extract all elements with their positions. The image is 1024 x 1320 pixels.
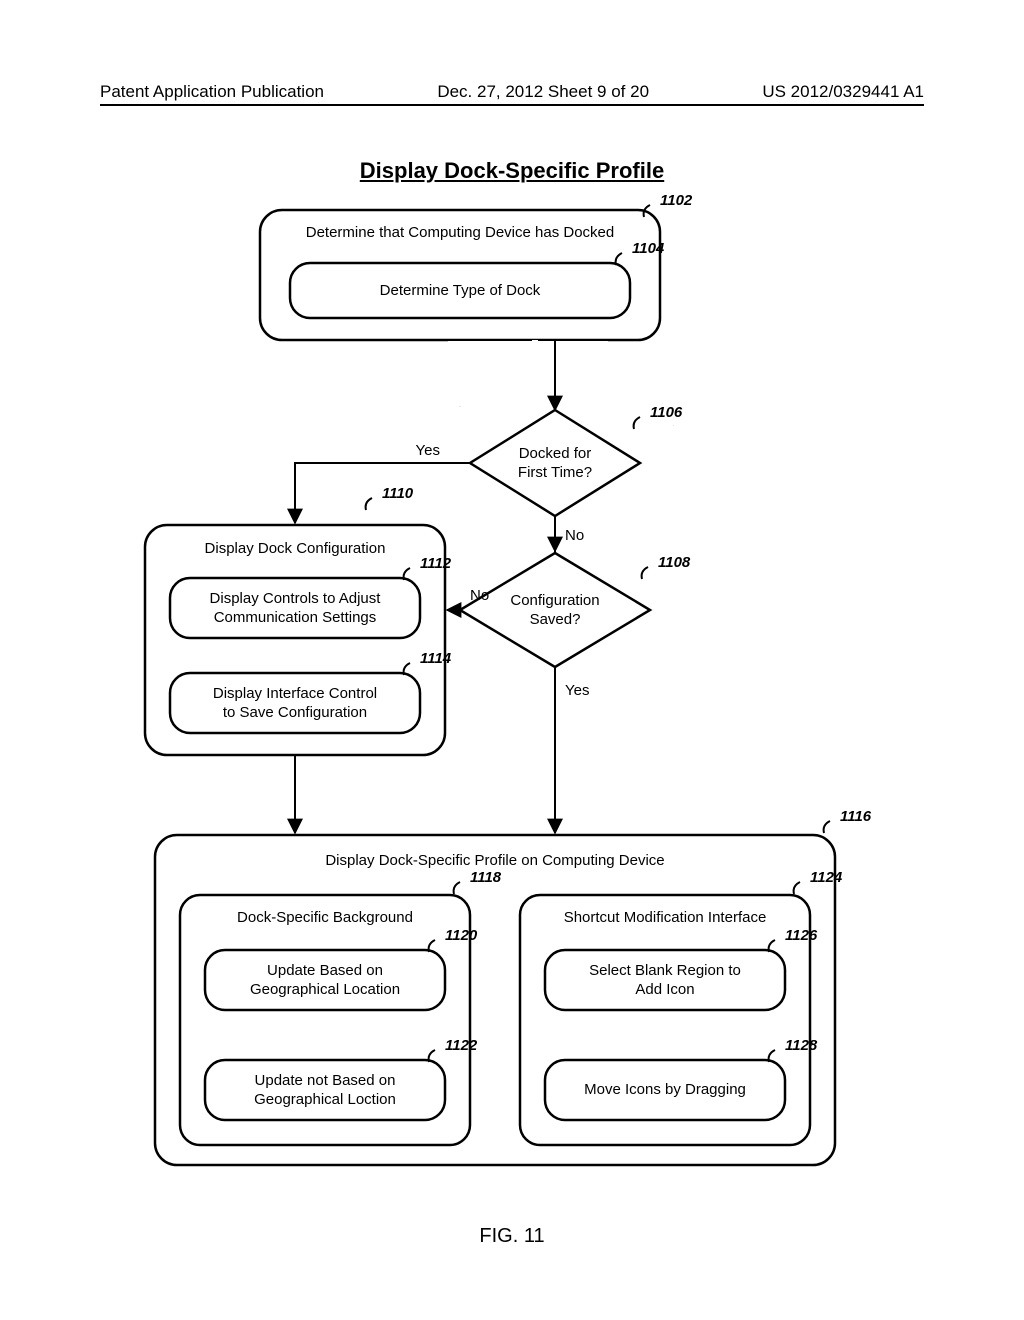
svg-text:Configuration: Configuration <box>510 592 599 609</box>
box-1122-text-b: Geographical Loction <box>254 1091 396 1108</box>
header-right: US 2012/0329441 A1 <box>762 82 924 102</box>
edge-no-2: No <box>470 587 489 604</box>
page: Patent Application Publication Dec. 27, … <box>0 0 1024 1320</box>
diagram-title: Display Dock-Specific Profile <box>0 158 1024 184</box>
figure-label: FIG. 11 <box>0 1225 1024 1248</box>
ref-1104: 1104 <box>632 240 665 257</box>
box-1122-text-a: Update not Based on <box>255 1072 396 1089</box>
box-1120-text-a: Update Based on <box>267 962 383 979</box>
svg-text:Docked for: Docked for <box>519 445 592 462</box>
header-center: Dec. 27, 2012 Sheet 9 of 20 <box>437 82 649 102</box>
box-1126-text-a: Select Blank Region to <box>589 962 741 979</box>
box-1110-text: Display Dock Configuration <box>205 540 386 557</box>
edge-no-1: No <box>565 527 584 544</box>
ref-1118: 1118 <box>470 869 502 886</box>
box-1126-text-b: Add Icon <box>635 981 694 998</box>
ref-1102: 1102 <box>660 195 693 209</box>
svg-text:1106: 1106 <box>650 404 683 421</box>
ref-1122: 1122 <box>445 1037 478 1054</box>
box-1120-text-b: Geographical Location <box>250 981 400 998</box>
ref-1128: 1128 <box>785 1037 818 1054</box>
edge-yes-1: Yes <box>416 442 440 459</box>
box-1112-text-a: Display Controls to Adjust <box>210 590 382 607</box>
header-rule <box>100 104 924 106</box>
flowchart: Determine that Computing Device has Dock… <box>0 195 1024 1215</box>
box-1114-text-b: to Save Configuration <box>223 704 367 721</box>
ref-1126: 1126 <box>785 927 818 944</box>
ref-1116: 1116 <box>840 808 872 825</box>
box-1124-text: Shortcut Modification Interface <box>564 909 767 926</box>
box-1102-text: Determine that Computing Device has Dock… <box>306 224 614 241</box>
box-1116-text: Display Dock-Specific Profile on Computi… <box>325 852 664 869</box>
ref-1124: 1124 <box>810 869 843 886</box>
page-header: Patent Application Publication Dec. 27, … <box>100 82 924 102</box>
box-1104-text: Determine Type of Dock <box>380 282 541 299</box>
edge-yes-2: Yes <box>565 682 589 699</box>
ref-1112: 1112 <box>420 555 452 572</box>
box-1114-text-a: Display Interface Control <box>213 685 377 702</box>
box-1112-text-b: Communication Settings <box>214 609 377 626</box>
box-1118-text: Dock-Specific Background <box>237 909 413 926</box>
ref-1110: 1110 <box>382 485 414 502</box>
svg-text:1108: 1108 <box>658 554 691 571</box>
header-left: Patent Application Publication <box>100 82 324 102</box>
ref-1120: 1120 <box>445 927 478 944</box>
svg-text:First Time?: First Time? <box>518 464 592 481</box>
ref-1114: 1114 <box>420 650 452 667</box>
box-1128-text: Move Icons by Dragging <box>584 1081 746 1098</box>
svg-text:Saved?: Saved? <box>530 611 581 628</box>
